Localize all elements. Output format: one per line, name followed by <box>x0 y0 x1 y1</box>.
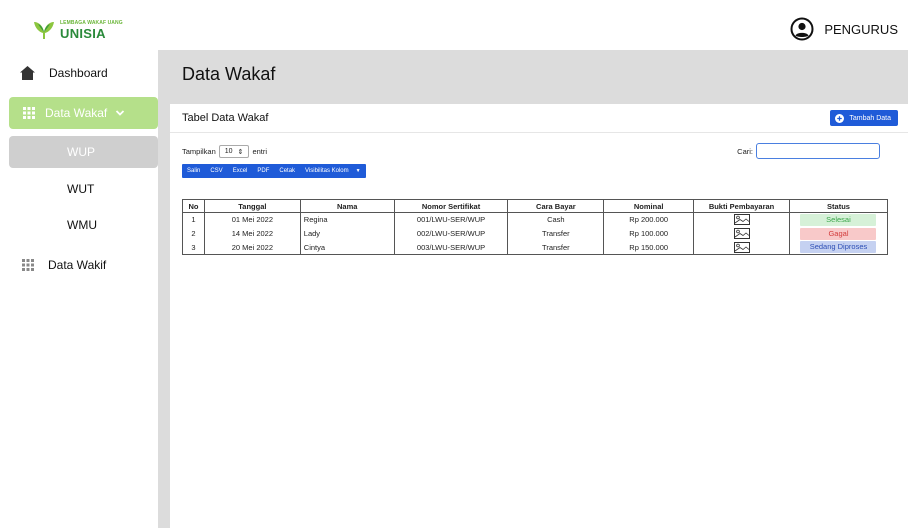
logo-leaf-icon <box>34 22 54 39</box>
status-badge: Selesai <box>800 213 877 226</box>
user-avatar-icon <box>790 17 814 41</box>
cell-nama: Cintya <box>299 240 395 255</box>
table-row[interactable]: 2 14 Mei 2022 Lady 002/LWU-SER/WUP Trans… <box>182 226 889 241</box>
add-data-button[interactable]: Tambah Data <box>830 110 898 126</box>
sidebar-item-label: Dashboard <box>49 66 108 80</box>
cell-no: 3 <box>182 240 205 255</box>
column-header[interactable]: Nama <box>299 199 395 213</box>
status-badge: Sedang Diproses <box>800 241 877 254</box>
sidebar: Dashboard Data Wakaf WUP WUT WMU Data Wa… <box>0 50 164 528</box>
cell-cara-bayar: Transfer <box>507 240 605 255</box>
cell-tanggal: 01 Mei 2022 <box>203 212 301 227</box>
main-content: Data Wakaf Tabel Data Wakaf Tambah Data … <box>164 50 908 528</box>
sidebar-item-label: Data Wakaf <box>45 106 108 120</box>
pdf-button[interactable]: PDF <box>252 168 274 174</box>
chevron-down-icon <box>116 110 125 116</box>
top-bar: LEMBAGA WAKAF UANG UNISIA PENGURUS <box>0 0 908 50</box>
cell-nomor: 003/LWU-SER/WUP <box>393 240 509 255</box>
user-role-label: PENGURUS <box>824 21 898 37</box>
cell-tanggal: 20 Mei 2022 <box>203 240 301 255</box>
card-header: Tabel Data Wakaf Tambah Data <box>170 104 908 133</box>
sidebar-item-label: WMU <box>67 218 97 232</box>
cell-status: Sedang Diproses <box>788 240 889 255</box>
column-header[interactable]: Bukti Pembayaran <box>693 199 790 213</box>
cell-nominal: Rp 150.000 <box>603 240 695 255</box>
csv-button[interactable]: CSV <box>205 168 227 174</box>
cell-bukti <box>693 240 790 255</box>
wakaf-table: No Tanggal Nama Nomor Sertifikat Cara Ba… <box>182 199 889 255</box>
table-row[interactable]: 3 20 Mei 2022 Cintya 003/LWU-SER/WUP Tra… <box>182 240 889 255</box>
image-icon[interactable] <box>733 214 750 226</box>
sidebar-item-data-wakif[interactable]: Data Wakif <box>22 258 106 272</box>
updown-icon: ⇕ <box>237 148 244 156</box>
cell-no: 2 <box>182 226 205 241</box>
print-button[interactable]: Cetak <box>274 168 300 174</box>
column-visibility-button[interactable]: Visibilitas Kolom <box>300 168 354 174</box>
sidebar-item-label: Data Wakif <box>48 258 107 272</box>
cell-nama: Regina <box>299 212 395 227</box>
table-row[interactable]: 1 01 Mei 2022 Regina 001/LWU-SER/WUP Cas… <box>182 212 889 227</box>
brand-line1: LEMBAGA WAKAF UANG <box>60 19 123 26</box>
app-root: LEMBAGA WAKAF UANG UNISIA PENGURUS Dashb… <box>0 0 908 528</box>
brand-line2: UNISIA <box>60 25 106 41</box>
cell-status: Selesai <box>788 212 889 227</box>
data-card: Tabel Data Wakaf Tambah Data Tampilkan 1… <box>170 104 908 528</box>
cell-tanggal: 14 Mei 2022 <box>203 226 301 241</box>
sidebar-item-label: WUP <box>67 145 95 159</box>
search-label: Cari: <box>737 146 753 156</box>
image-icon[interactable] <box>733 241 750 253</box>
user-menu[interactable]: PENGURUS <box>790 17 898 41</box>
cell-status: Gagal <box>788 226 889 241</box>
grid-icon <box>23 107 35 119</box>
sidebar-item-data-wakaf[interactable]: Data Wakaf <box>9 97 158 129</box>
cell-no: 1 <box>182 212 205 227</box>
column-header[interactable]: Cara Bayar <box>507 199 605 213</box>
export-button-group: Salin CSV Excel PDF Cetak Visibilitas Ko… <box>182 164 366 178</box>
cell-nominal: Rp 100.000 <box>603 226 695 241</box>
column-header[interactable]: Tanggal <box>203 199 301 213</box>
page-length-select[interactable]: 10 ⇕ <box>218 145 250 158</box>
status-badge: Gagal <box>800 227 877 240</box>
sidebar-item-dashboard[interactable]: Dashboard <box>20 66 108 80</box>
cell-nominal: Rp 200.000 <box>603 212 695 227</box>
sidebar-item-wmu[interactable]: WMU <box>67 218 97 232</box>
length-suffix: entri <box>252 147 268 156</box>
page-length-control: Tampilkan 10 ⇕ entri <box>182 145 267 158</box>
column-header[interactable]: Status <box>788 199 889 213</box>
grid-icon <box>22 259 34 271</box>
cell-cara-bayar: Cash <box>507 212 605 227</box>
search-control: Cari: <box>737 143 880 159</box>
excel-button[interactable]: Excel <box>228 168 253 174</box>
cell-cara-bayar: Transfer <box>507 226 605 241</box>
brand-logo[interactable]: LEMBAGA WAKAF UANG UNISIA <box>32 18 123 42</box>
plus-circle-icon <box>835 113 845 123</box>
caret-down-icon: ▼ <box>355 168 361 174</box>
table-header-row: No Tanggal Nama Nomor Sertifikat Cara Ba… <box>182 199 889 213</box>
sidebar-item-wut[interactable]: WUT <box>67 182 94 196</box>
search-input[interactable] <box>756 143 880 159</box>
card-title: Tabel Data Wakaf <box>182 112 269 124</box>
cell-bukti <box>693 212 790 227</box>
image-icon[interactable] <box>733 228 750 239</box>
cell-bukti <box>693 226 790 241</box>
length-prefix: Tampilkan <box>182 147 216 156</box>
home-icon <box>20 66 35 80</box>
sidebar-item-label: WUT <box>67 182 95 196</box>
cell-nomor: 001/LWU-SER/WUP <box>393 212 509 227</box>
page-length-value: 10 <box>224 148 233 155</box>
column-header[interactable]: Nomor Sertifikat <box>393 199 509 213</box>
copy-button[interactable]: Salin <box>182 168 205 174</box>
column-header[interactable]: Nominal <box>603 199 695 213</box>
cell-nama: Lady <box>299 226 395 241</box>
sidebar-item-wup[interactable]: WUP <box>9 136 158 168</box>
page-title: Data Wakaf <box>182 64 276 84</box>
cell-nomor: 002/LWU-SER/WUP <box>393 226 509 241</box>
column-header[interactable]: No <box>182 199 205 213</box>
add-data-label: Tambah Data <box>849 114 891 122</box>
